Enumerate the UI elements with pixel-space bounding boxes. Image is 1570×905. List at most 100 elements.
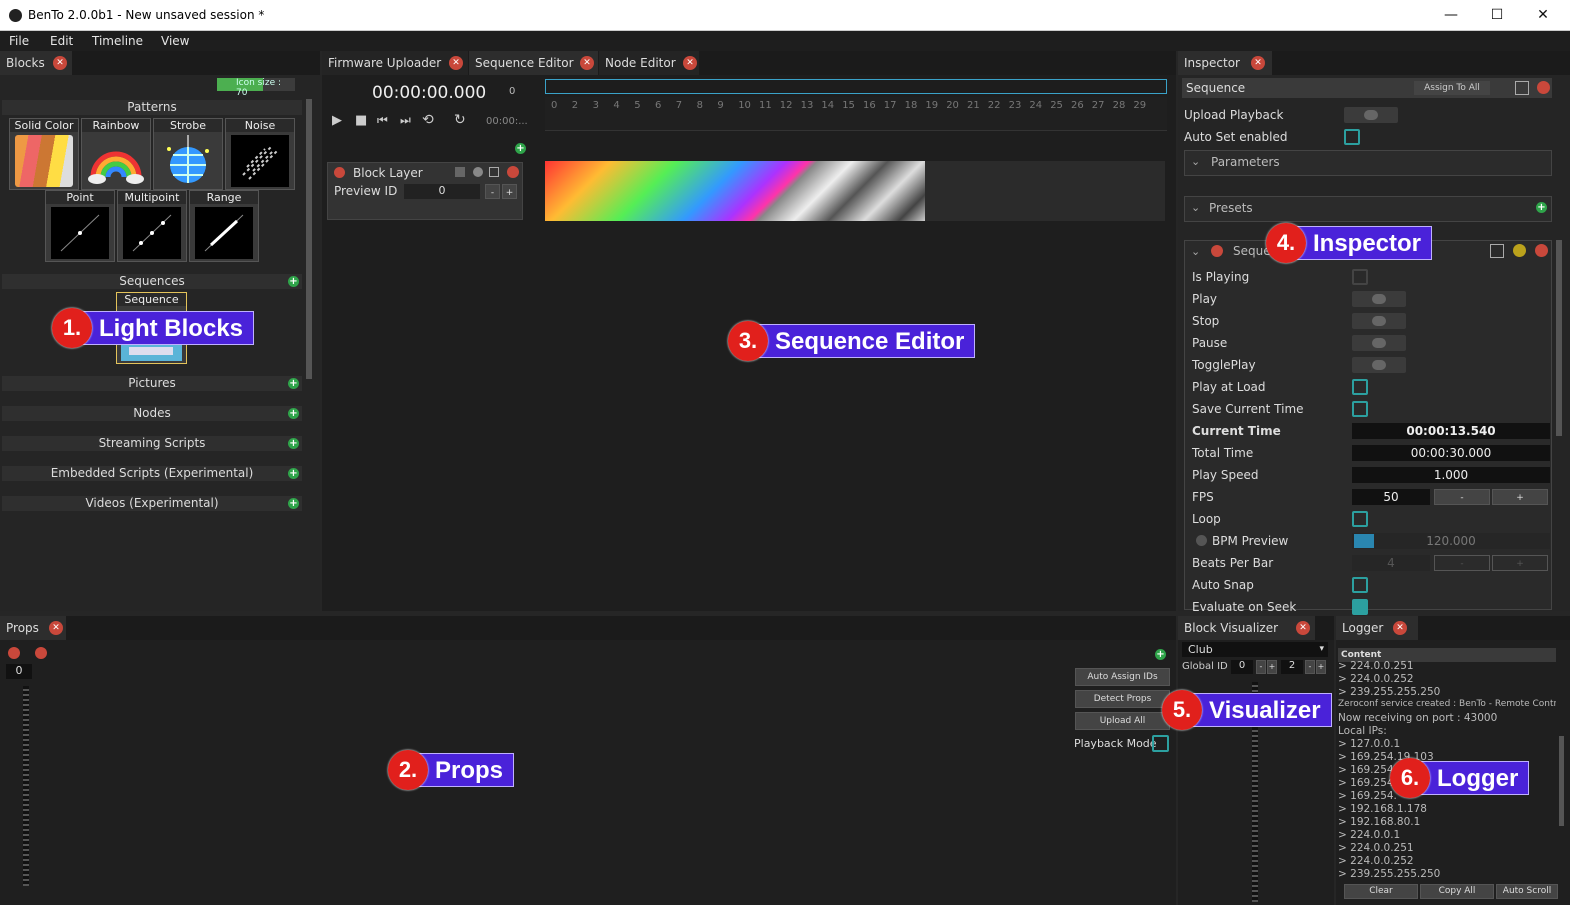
expand-icon[interactable] <box>489 167 499 177</box>
remove-icon[interactable] <box>1535 244 1548 257</box>
parameters-section[interactable]: ⌄ Parameters <box>1184 150 1552 176</box>
presets-section[interactable]: ⌄ Presets + <box>1184 196 1552 222</box>
lock-icon[interactable] <box>455 167 465 177</box>
streaming-scripts-header[interactable]: Streaming Scripts <box>2 436 302 451</box>
value-field[interactable]: 00:00:30.000 <box>1352 445 1550 461</box>
pattern-solid-color[interactable]: Solid Color <box>9 118 79 190</box>
tab-sequence-editor[interactable]: Sequence Editor <box>469 51 598 75</box>
nodes-header[interactable]: Nodes <box>2 406 302 421</box>
maximize-button[interactable]: ☐ <box>1474 2 1520 28</box>
upload-all-button[interactable]: Upload All <box>1075 712 1170 730</box>
logger-scrollbar[interactable] <box>1559 736 1564 826</box>
stepper-minus[interactable]: - <box>1434 555 1490 571</box>
sequence-block-preview[interactable] <box>545 161 925 221</box>
prev-icon[interactable]: ⏮ <box>377 113 388 128</box>
stop-icon[interactable]: ■ <box>355 113 367 128</box>
minimize-icon[interactable] <box>473 167 483 177</box>
sequences-header[interactable]: Sequences <box>2 274 302 289</box>
loop-icon[interactable]: ⟲ <box>422 112 434 128</box>
playback-mode-checkbox[interactable] <box>1152 735 1169 752</box>
add-prop-icon[interactable]: + <box>1155 649 1166 660</box>
chevron-down-icon[interactable]: ⌄ <box>1191 245 1200 258</box>
minimize-button[interactable]: — <box>1428 2 1474 28</box>
global-id-field[interactable]: 0 <box>1231 660 1253 674</box>
add-icon[interactable] <box>1513 244 1526 257</box>
stepper-minus[interactable]: - <box>1434 489 1490 505</box>
close-window-button[interactable]: ✕ <box>1520 2 1566 28</box>
add-node-icon[interactable]: + <box>288 408 299 419</box>
checkbox[interactable] <box>1352 511 1368 527</box>
detect-props-button[interactable]: Detect Props <box>1075 690 1170 708</box>
preview-id-plus[interactable]: + <box>502 184 517 199</box>
assign-to-all-button[interactable]: Assign To All <box>1414 81 1490 95</box>
play-icon[interactable]: ▶ <box>332 113 342 128</box>
remove-prop-icon[interactable] <box>35 647 47 659</box>
pattern-point[interactable]: Point <box>45 190 115 262</box>
add-preset-icon[interactable]: + <box>1536 202 1547 213</box>
timeline-overview-bar[interactable] <box>545 79 1167 94</box>
checkbox[interactable] <box>1352 379 1368 395</box>
checkbox[interactable] <box>1352 599 1368 615</box>
copy-all-button[interactable]: Copy All <box>1420 884 1494 899</box>
pattern-noise[interactable]: Noise <box>225 118 295 190</box>
close-icon[interactable]: ✕ <box>1251 56 1265 70</box>
pattern-strobe[interactable]: Strobe <box>153 118 223 190</box>
auto-assign-ids-button[interactable]: Auto Assign IDs <box>1075 668 1170 686</box>
clear-button[interactable]: Clear <box>1344 884 1418 899</box>
power-icon[interactable] <box>1196 535 1207 546</box>
layer-track[interactable] <box>545 161 1165 221</box>
stepper-plus[interactable]: + <box>1492 555 1548 571</box>
close-icon[interactable]: ✕ <box>449 56 463 70</box>
close-icon[interactable]: ✕ <box>683 56 697 70</box>
add-picture-icon[interactable]: + <box>288 378 299 389</box>
expand-icon[interactable] <box>1515 81 1529 95</box>
timeline-ruler[interactable]: 0 2 3 4 5 6 7 8 9 10 11 12 13 14 15 16 17 18 19 20 21 22 23 24 2… <box>545 97 1167 131</box>
global-id-plus[interactable]: + <box>1267 660 1277 674</box>
value-field[interactable]: 00:00:13.540 <box>1352 423 1550 439</box>
stepper-value[interactable]: 4 <box>1352 555 1430 571</box>
next-icon[interactable]: ⏭ <box>400 113 411 128</box>
patterns-header[interactable]: Patterns <box>2 100 302 115</box>
secondary-id-minus[interactable]: - <box>1305 660 1315 674</box>
power-icon[interactable] <box>1211 245 1223 257</box>
trigger-button[interactable] <box>1352 313 1406 329</box>
close-icon[interactable]: ✕ <box>49 621 63 635</box>
trigger-button[interactable] <box>1352 357 1406 373</box>
embedded-scripts-header[interactable]: Embedded Scripts (Experimental) <box>2 466 302 481</box>
remove-icon[interactable] <box>1537 81 1550 94</box>
block-layer-header[interactable]: Block Layer Preview ID 0 - + <box>327 162 523 220</box>
visualizer-dropdown[interactable]: Club ▾ <box>1182 642 1328 657</box>
preview-id-field[interactable]: 0 <box>404 184 480 199</box>
close-icon[interactable]: ✕ <box>53 56 67 70</box>
trigger-button[interactable] <box>1352 291 1406 307</box>
pattern-rainbow[interactable]: Rainbow <box>81 118 151 190</box>
blocks-scrollbar[interactable] <box>306 99 312 379</box>
global-id-minus[interactable]: - <box>1256 660 1266 674</box>
power-icon[interactable] <box>334 167 345 178</box>
menu-timeline[interactable]: Timeline <box>92 34 143 48</box>
secondary-id-plus[interactable]: + <box>1316 660 1326 674</box>
expand-icon[interactable] <box>1490 244 1504 258</box>
stepper-plus[interactable]: + <box>1492 489 1548 505</box>
pattern-multipoint[interactable]: Multipoint <box>117 190 187 262</box>
trigger-button[interactable] <box>1352 335 1406 351</box>
add-layer-icon[interactable]: + <box>515 143 526 154</box>
menu-view[interactable]: View <box>161 34 189 48</box>
inspector-scrollbar[interactable] <box>1556 240 1562 436</box>
tab-block-visualizer[interactable]: Block Visualizer <box>1178 616 1315 640</box>
reload-icon[interactable]: ↻ <box>454 112 466 128</box>
value-field[interactable]: 1.000 <box>1352 467 1550 483</box>
preview-id-minus[interactable]: - <box>485 184 500 199</box>
pictures-header[interactable]: Pictures <box>2 376 302 391</box>
close-icon[interactable]: ✕ <box>1393 621 1407 635</box>
close-icon[interactable]: ✕ <box>580 56 594 70</box>
menu-edit[interactable]: Edit <box>50 34 73 48</box>
remove-layer-icon[interactable] <box>507 166 519 178</box>
add-sequence-icon[interactable]: + <box>288 276 299 287</box>
add-video-icon[interactable]: + <box>288 498 299 509</box>
stepper-value[interactable]: 50 <box>1352 489 1430 505</box>
icon-size-slider[interactable]: Icon size : 70 <box>217 78 295 98</box>
power-icon[interactable] <box>8 647 20 659</box>
videos-header[interactable]: Videos (Experimental) <box>2 496 302 511</box>
secondary-id-field[interactable]: 2 <box>1281 660 1303 674</box>
